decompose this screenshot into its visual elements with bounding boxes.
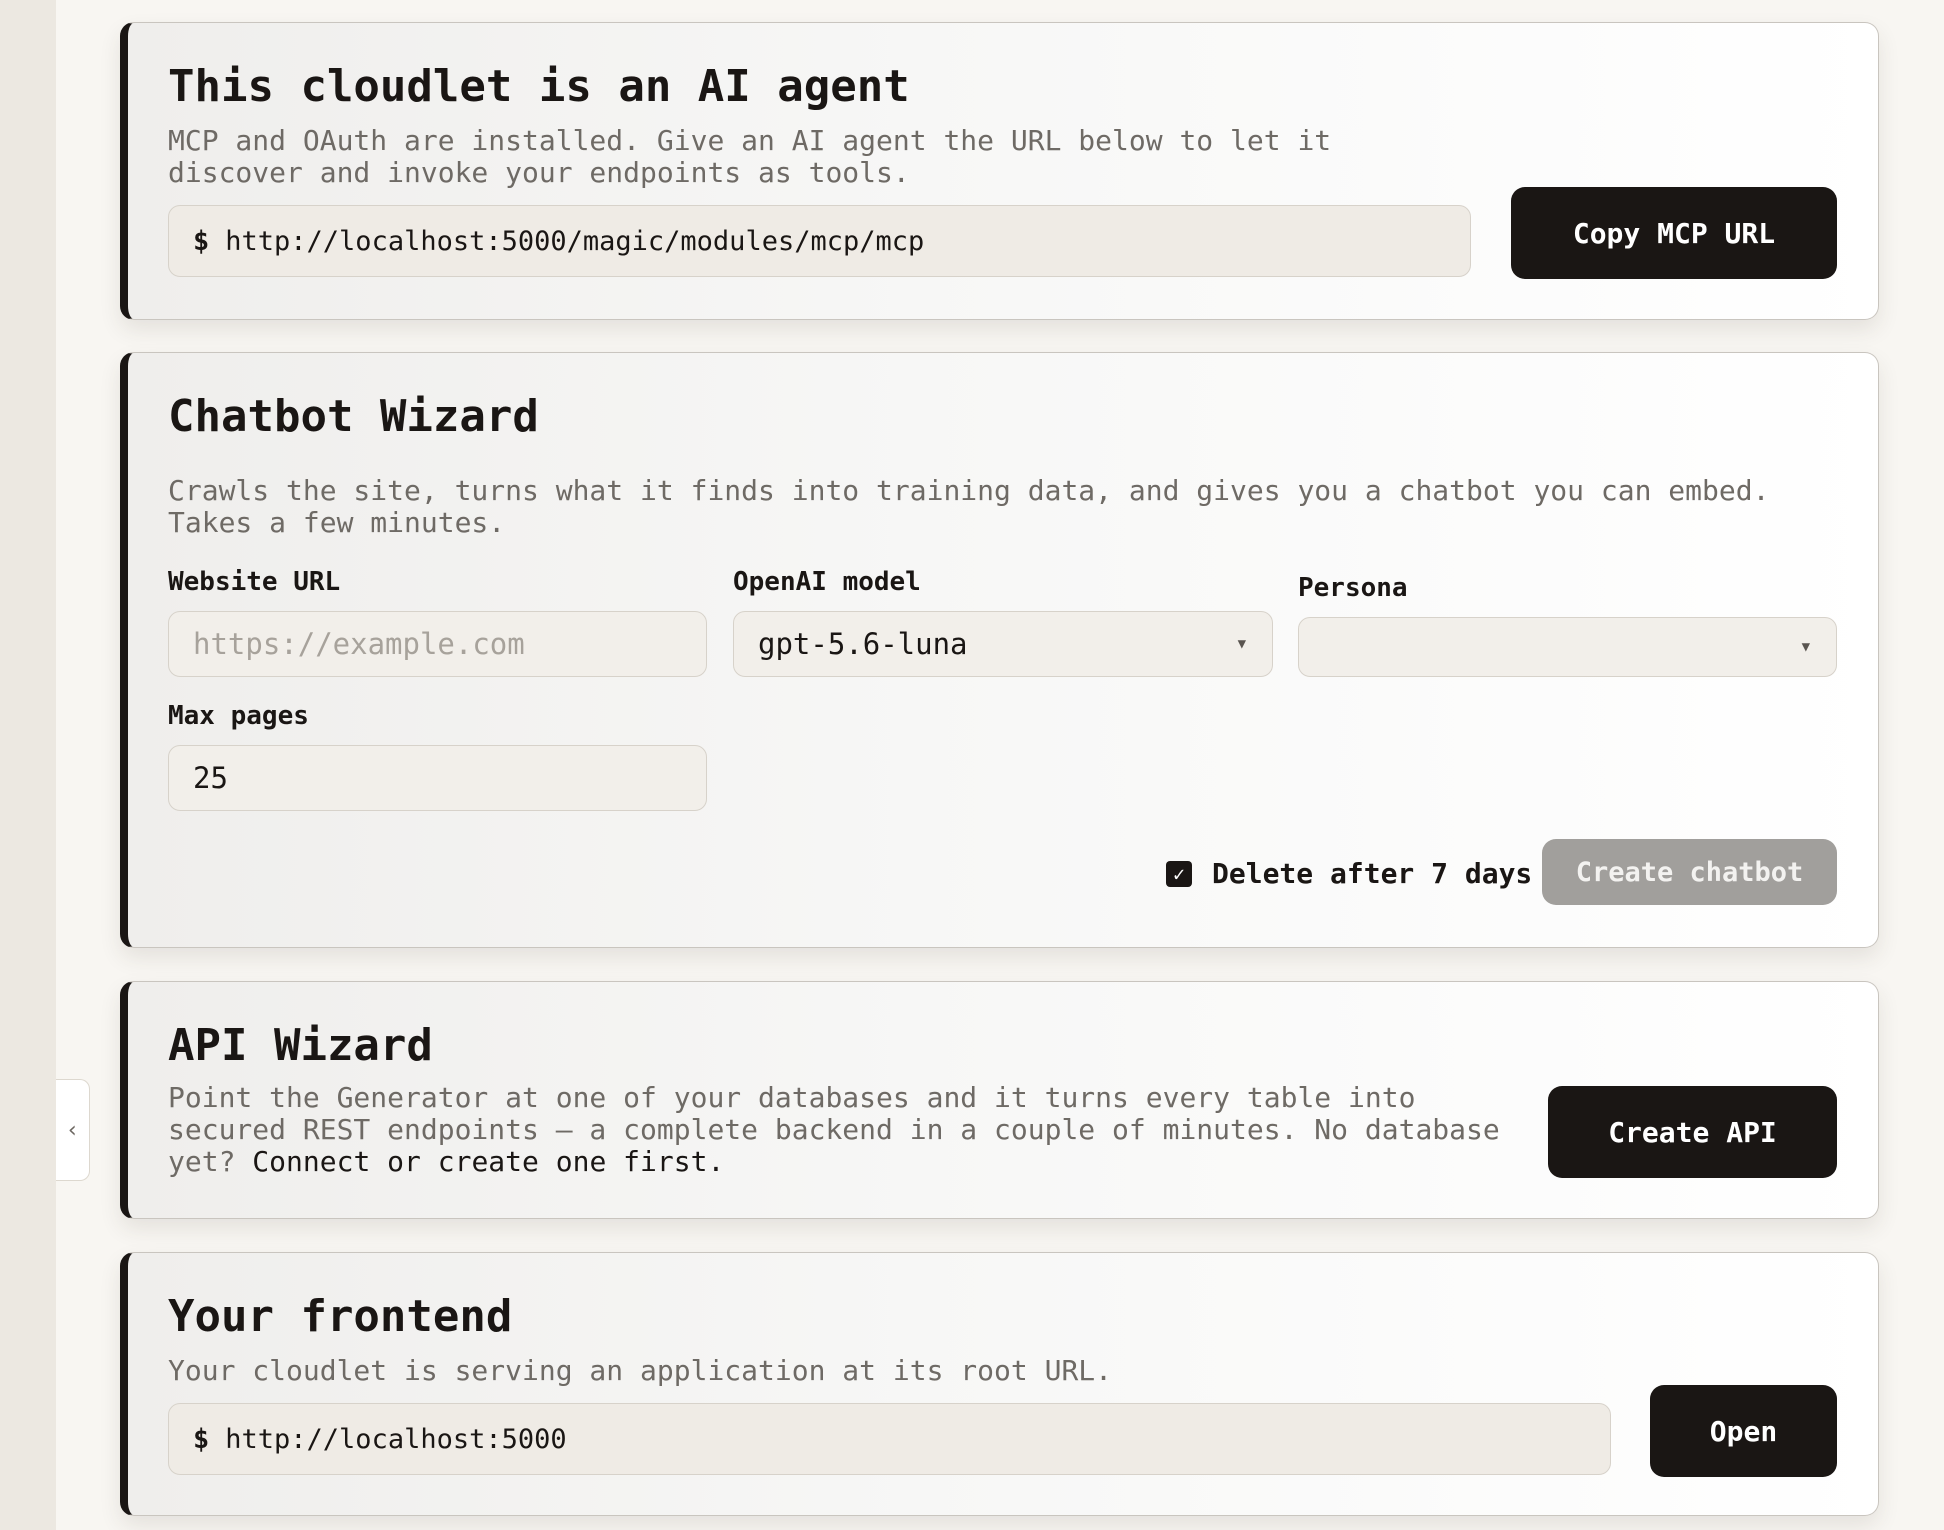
max-pages-input[interactable]: 25 <box>168 745 707 811</box>
create-api-button[interactable]: Create API <box>1548 1086 1837 1178</box>
delete-after-checkbox[interactable]: ✓ <box>1166 861 1192 887</box>
delete-after-label: Delete after 7 days <box>1212 857 1533 890</box>
mcp-url-field[interactable]: $ http://localhost:5000/magic/modules/mc… <box>168 205 1471 277</box>
api-card-title: API Wizard <box>168 1020 433 1071</box>
copy-mcp-url-button[interactable]: Copy MCP URL <box>1511 187 1837 279</box>
connect-database-link[interactable]: Connect or create one first. <box>252 1145 724 1178</box>
caret-down-icon: ▼ <box>1801 639 1810 655</box>
sidebar-collapse-button[interactable]: ‹ <box>56 1079 90 1181</box>
website-url-input[interactable]: https://example.com <box>168 611 707 677</box>
frontend-url-field[interactable]: $ http://localhost:5000 <box>168 1403 1611 1475</box>
openai-model-select[interactable]: gpt-5.6-luna ▼ <box>733 611 1273 677</box>
frontend-card-title: Your frontend <box>168 1291 513 1342</box>
create-chatbot-button[interactable]: Create chatbot <box>1542 839 1837 905</box>
sidebar-rail <box>0 0 56 1530</box>
mcp-url-text: http://localhost:5000/magic/modules/mcp/… <box>225 225 925 257</box>
check-icon: ✓ <box>1172 862 1186 886</box>
openai-model-value: gpt-5.6-luna <box>758 627 968 661</box>
chatbot-card-title: Chatbot Wizard <box>168 391 539 442</box>
prompt-symbol: $ <box>193 225 210 257</box>
persona-select[interactable]: ▼ <box>1298 617 1837 677</box>
mcp-card: This cloudlet is an AI agent MCP and OAu… <box>120 22 1879 320</box>
frontend-card: Your frontend Your cloudlet is serving a… <box>120 1252 1879 1516</box>
chatbot-wizard-card: Chatbot Wizard Crawls the site, turns wh… <box>120 352 1879 948</box>
api-card-description: Point the Generator at one of your datab… <box>168 1082 1528 1178</box>
openai-model-label: OpenAI model <box>733 567 921 597</box>
max-pages-label: Max pages <box>168 701 309 731</box>
api-wizard-card: API Wizard Point the Generator at one of… <box>120 981 1879 1219</box>
open-frontend-button[interactable]: Open <box>1650 1385 1837 1477</box>
frontend-card-description: Your cloudlet is serving an application … <box>168 1354 1113 1387</box>
mcp-card-description: MCP and OAuth are installed. Give an AI … <box>168 124 1332 189</box>
frontend-url-text: http://localhost:5000 <box>225 1423 567 1455</box>
website-url-label: Website URL <box>168 567 341 597</box>
prompt-symbol: $ <box>193 1423 210 1455</box>
mcp-card-title: This cloudlet is an AI agent <box>168 61 910 112</box>
chevron-left-icon: ‹ <box>65 1117 80 1143</box>
chatbot-card-description: Crawls the site, turns what it finds int… <box>168 474 1770 539</box>
persona-label: Persona <box>1298 573 1408 603</box>
caret-down-icon: ▼ <box>1237 636 1246 652</box>
